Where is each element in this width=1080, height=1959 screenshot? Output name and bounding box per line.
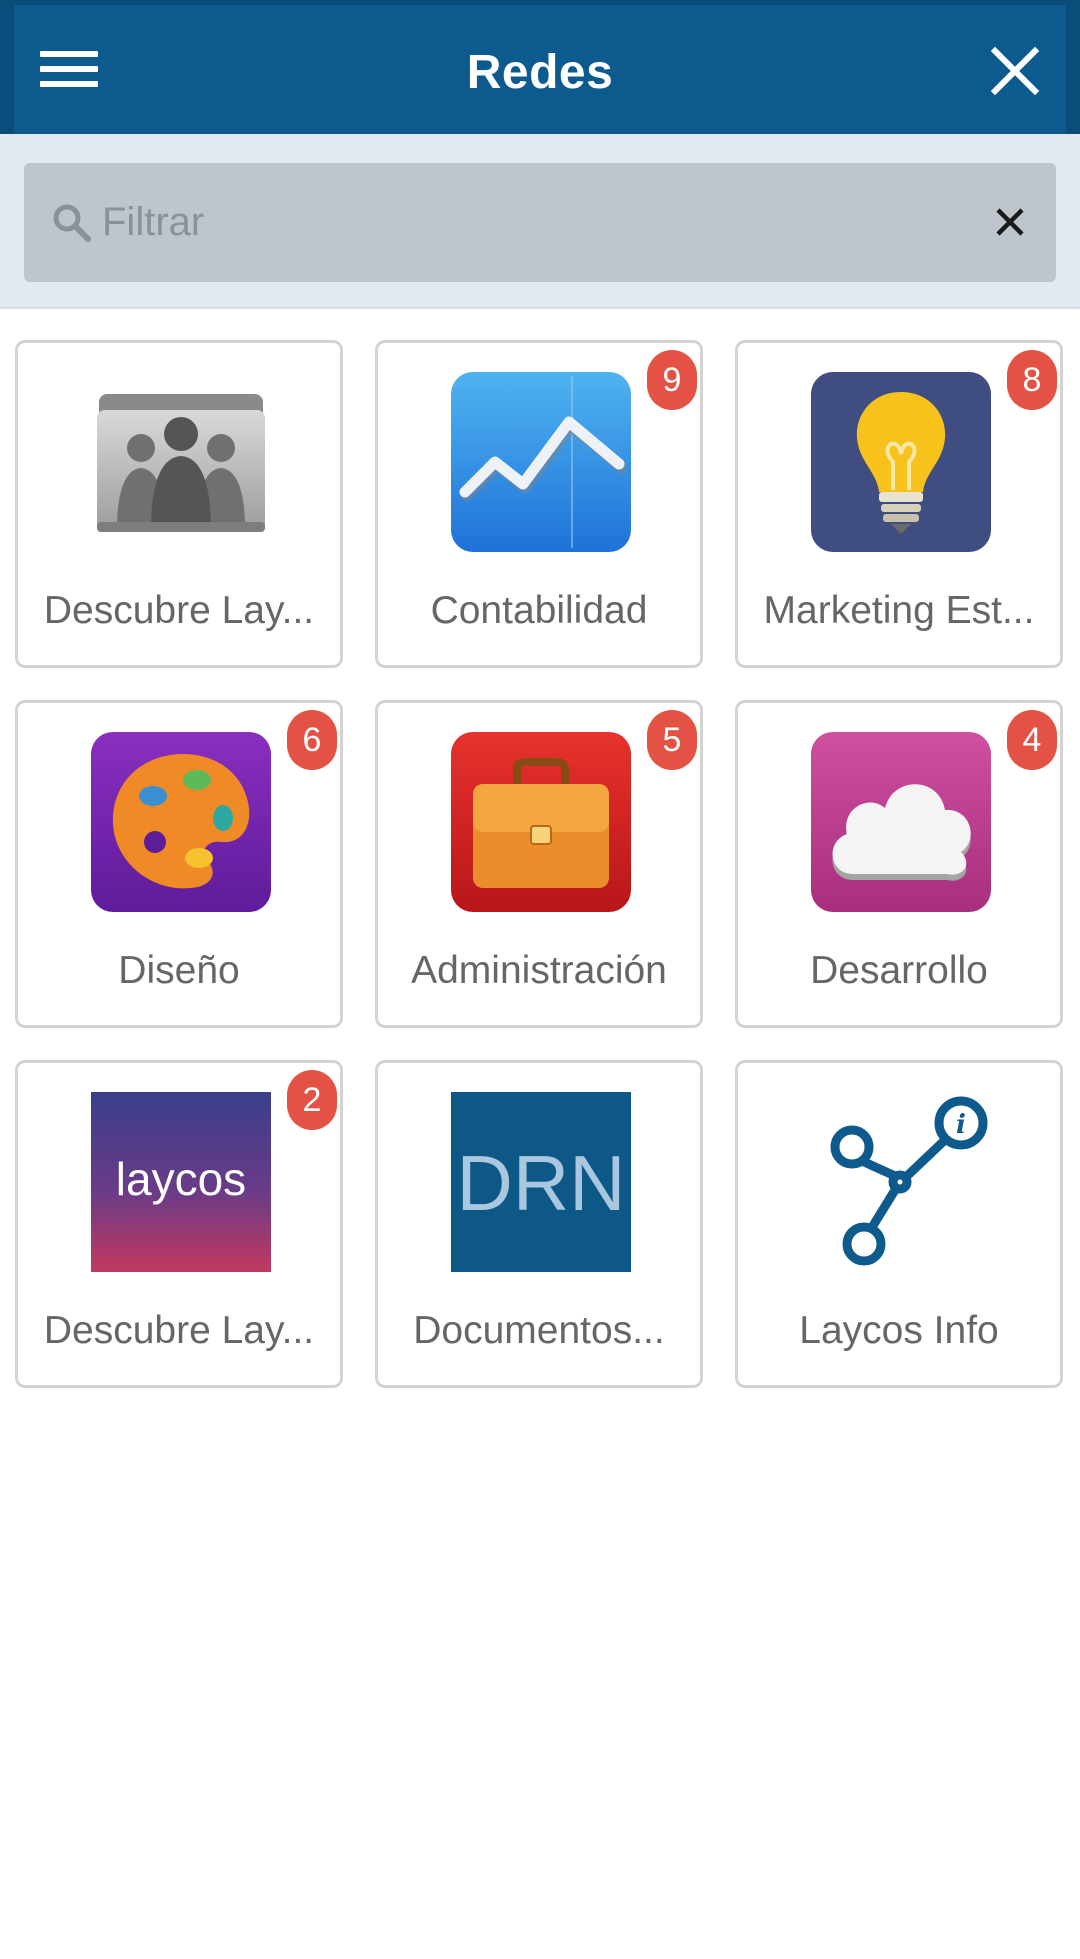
tile-label: Administración	[411, 949, 667, 992]
notification-badge: 5	[647, 710, 697, 770]
notification-badge: 6	[287, 710, 337, 770]
network-tile[interactable]: 6 Diseño	[15, 700, 343, 1028]
search-input[interactable]	[102, 191, 962, 253]
briefcase-icon	[451, 732, 631, 912]
drn-logo-text: DRN	[457, 1139, 626, 1227]
chart-line-icon	[451, 372, 631, 552]
network-tile[interactable]: 9 Contabilidad	[375, 340, 703, 668]
page-title: Redes	[466, 46, 614, 99]
tile-label: Documentos...	[413, 1309, 665, 1352]
search-bar	[0, 134, 1080, 309]
app-bar: Redes	[0, 0, 1080, 134]
network-info-icon: i	[830, 1096, 988, 1266]
group-folder-icon	[97, 394, 265, 532]
tile-label: Marketing Est...	[763, 589, 1035, 632]
network-tile[interactable]: 8 Marketing Est...	[735, 340, 1063, 668]
close-icon	[996, 208, 1024, 236]
tile-label: Diseño	[118, 949, 240, 992]
svg-text:i: i	[956, 1110, 966, 1140]
network-tile[interactable]: DRN Documentos...	[375, 1060, 703, 1388]
clear-search-button[interactable]	[990, 202, 1030, 242]
close-icon	[990, 46, 1040, 96]
notification-badge: 8	[1007, 350, 1057, 410]
drn-logo-icon: DRN	[451, 1092, 631, 1272]
notification-badge: 4	[1007, 710, 1057, 770]
notification-badge: 9	[647, 350, 697, 410]
notification-badge: 2	[287, 1070, 337, 1130]
tile-label: Descubre Lay...	[43, 589, 315, 632]
search-icon	[53, 204, 91, 242]
tile-label: Desarrollo	[810, 949, 988, 992]
search-box	[24, 163, 1056, 282]
tile-label: Descubre Lay...	[43, 1309, 315, 1352]
network-tile[interactable]: 4 Desarrollo	[735, 700, 1063, 1028]
lightbulb-icon	[811, 372, 991, 552]
tile-label: Contabilidad	[430, 589, 648, 632]
palette-icon	[91, 732, 271, 912]
close-button[interactable]	[989, 45, 1041, 97]
laycos-logo-text: laycos	[116, 1153, 246, 1205]
laycos-logo-icon: laycos	[91, 1092, 271, 1272]
network-tile[interactable]: 5 Administración	[375, 700, 703, 1028]
cloud-icon	[811, 732, 991, 912]
network-tile[interactable]: Descubre Lay...	[15, 340, 343, 668]
network-tile[interactable]: laycos 2 Descubre Lay...	[15, 1060, 343, 1388]
tile-label: Laycos Info	[799, 1309, 999, 1352]
network-tile[interactable]: i Laycos Info	[735, 1060, 1063, 1388]
